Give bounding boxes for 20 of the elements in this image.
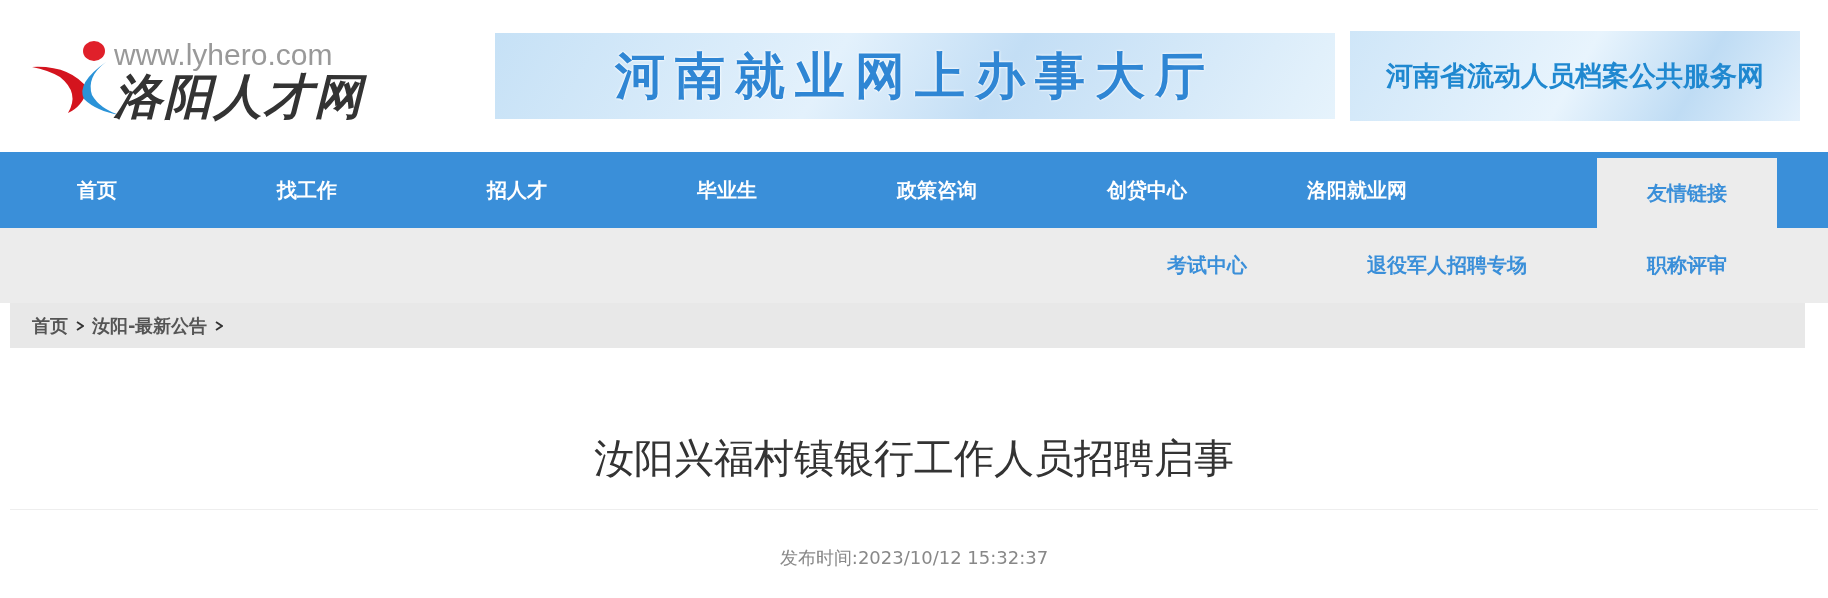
banner-link[interactable]: 河南就业网上办事大厅 [495, 33, 1335, 119]
chevron-icon [76, 320, 84, 331]
nav-tab[interactable]: 找工作 [202, 152, 412, 228]
article-title: 汝阳兴福村镇银行工作人员招聘启事 [593, 434, 1235, 483]
nav-tab[interactable]: 毕业生 [622, 152, 832, 228]
chevron-icon [215, 320, 224, 331]
nav-tab[interactable]: 招人才 [412, 152, 622, 228]
logo-url: www.lyhero.com [114, 39, 334, 71]
nav-tab[interactable]: 友情链接 [1597, 158, 1777, 228]
sub-nav-link[interactable]: 考试中心 [1087, 228, 1327, 303]
nav-tab[interactable]: 政策咨询 [832, 152, 1042, 228]
breadcrumb-link[interactable]: 首页 [32, 313, 68, 338]
banner-link[interactable]: 河南省流动人员档案公共服务网 [1350, 31, 1800, 121]
sub-nav-link[interactable]: 退役军人招聘专场 [1327, 228, 1567, 303]
nav-tab[interactable]: 首页 [0, 152, 202, 228]
breadcrumb-link[interactable]: 汝阳-最新公告 [92, 313, 208, 338]
publish-date: 发布时间:2023/10/12 15:32:37 [778, 546, 1050, 570]
sub-nav-link[interactable]: 职称评审 [1567, 228, 1807, 303]
nav-tab[interactable]: 洛阳就业网 [1252, 152, 1462, 228]
nav-tab[interactable]: 创贷中心 [1042, 152, 1252, 228]
